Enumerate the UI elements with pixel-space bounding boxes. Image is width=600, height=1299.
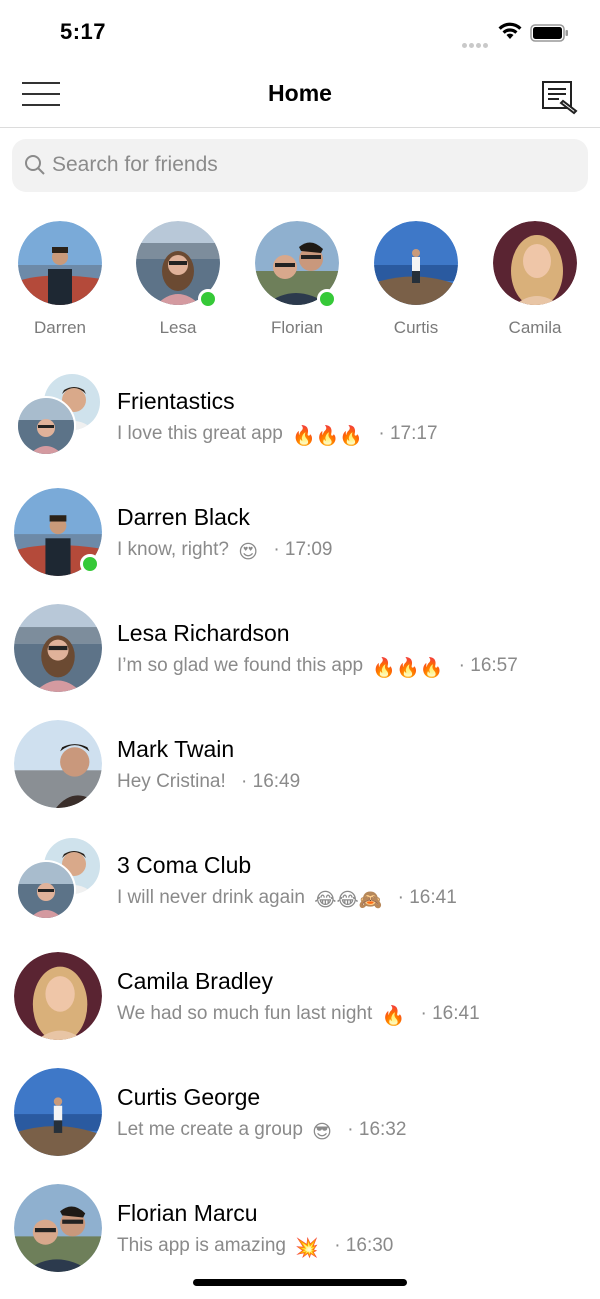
- story-name: Camila: [508, 318, 562, 337]
- chat-title: Darren Black: [117, 504, 250, 530]
- sunglasses-emoji-icon: 😎: [312, 1122, 332, 1143]
- story-name: Florian: [271, 318, 323, 337]
- chat-message: I know, right?: [117, 539, 229, 560]
- chat-time: · 16:41: [397, 887, 457, 908]
- chat-title: Curtis George: [117, 1084, 261, 1110]
- online-indicator: [80, 554, 100, 574]
- home-indicator[interactable]: [193, 1279, 407, 1286]
- chat-time: · 16:41: [420, 1003, 480, 1024]
- avatar: [14, 604, 102, 692]
- fire-emoji-icon: 🔥: [381, 1006, 406, 1027]
- search-bar[interactable]: Search for friends: [12, 139, 588, 192]
- chat-preview: I’m so glad we found this app 🔥🔥🔥 · 16:5…: [117, 655, 518, 680]
- chat-time: · 17:17: [378, 423, 438, 444]
- avatar: [18, 221, 102, 305]
- status-time: 5:17: [60, 19, 107, 44]
- status-bar: 5:17: [0, 0, 600, 66]
- story-name: Darren: [34, 318, 86, 337]
- chat-time: · 16:32: [347, 1119, 407, 1140]
- chat-row-lesa-richardson[interactable]: Lesa Richardson I’m so glad we found thi…: [0, 594, 600, 710]
- chat-preview: Hey Cristina! · 16:49: [117, 771, 300, 793]
- chat-message: Let me create a group: [117, 1119, 303, 1140]
- page-title: Home: [268, 80, 332, 106]
- online-indicator: [317, 289, 337, 309]
- search-icon: [25, 155, 45, 175]
- group-avatar: [14, 372, 102, 460]
- navigation-bar: Home: [0, 66, 600, 128]
- avatar: [16, 860, 76, 920]
- group-avatar: [14, 836, 102, 924]
- friends-strip: Darren Lesa Florian Curtis Camila: [0, 221, 600, 351]
- chat-preview: This app is amazing 💥 · 16:30: [117, 1235, 393, 1260]
- laughing-monkey-emoji-icon: 😂😂🙈: [314, 890, 383, 911]
- chat-title: Florian Marcu: [117, 1200, 258, 1226]
- avatar: [14, 952, 102, 1040]
- heart-eyes-emoji-icon: 😍: [238, 542, 259, 563]
- chat-title: Mark Twain: [117, 736, 235, 762]
- chat-message: Hey Cristina!: [117, 771, 226, 792]
- chat-time: · 16:57: [458, 655, 518, 676]
- chat-time: · 16:30: [334, 1235, 394, 1256]
- avatar: [16, 396, 76, 456]
- story-darren[interactable]: Darren: [0, 221, 120, 338]
- collision-emoji-icon: 💥: [295, 1238, 319, 1259]
- chat-preview: I will never drink again 😂😂🙈 · 16:41: [117, 887, 457, 912]
- wifi-icon: [498, 22, 522, 39]
- fire-emoji-icon: 🔥🔥🔥: [292, 426, 364, 447]
- avatar: [493, 221, 577, 305]
- chat-title: Frientastics: [117, 388, 235, 414]
- story-curtis[interactable]: Curtis: [356, 221, 476, 338]
- chat-row-mark-twain[interactable]: Mark Twain Hey Cristina! · 16:49: [0, 710, 600, 826]
- chat-message: We had so much fun last night: [117, 1003, 373, 1024]
- chat-message: This app is amazing: [117, 1235, 286, 1256]
- avatar: [14, 1184, 102, 1272]
- chat-row-3-coma-club[interactable]: 3 Coma Club I will never drink again 😂😂🙈…: [0, 826, 600, 942]
- chat-title: 3 Coma Club: [117, 852, 252, 878]
- chat-row-florian-marcu[interactable]: Florian Marcu This app is amazing 💥 · 16…: [0, 1174, 600, 1290]
- story-name: Lesa: [159, 318, 197, 337]
- chat-preview: I know, right? 😍 · 17:09: [117, 539, 332, 564]
- story-florian[interactable]: Florian: [237, 221, 357, 338]
- chat-preview: We had so much fun last night 🔥 · 16:41: [117, 1003, 480, 1028]
- search-input-placeholder: Search for friends: [52, 153, 218, 176]
- story-name: Curtis: [393, 318, 439, 337]
- compose-icon[interactable]: [541, 80, 579, 116]
- chat-row-darren-black[interactable]: Darren Black I know, right? 😍 · 17:09: [0, 478, 600, 594]
- chat-preview: Let me create a group 😎 · 16:32: [117, 1119, 406, 1144]
- chat-time: · 16:49: [241, 771, 301, 792]
- chat-time: · 17:09: [273, 539, 333, 560]
- chat-message: I will never drink again: [117, 887, 305, 908]
- chat-title: Camila Bradley: [117, 968, 273, 994]
- avatar: [374, 221, 458, 305]
- chat-title: Lesa Richardson: [117, 620, 290, 646]
- cellular-signal-icon: [462, 35, 490, 53]
- chat-row-camila-bradley[interactable]: Camila Bradley We had so much fun last n…: [0, 942, 600, 1058]
- online-indicator: [198, 289, 218, 309]
- chat-message: I’m so glad we found this app: [117, 655, 364, 676]
- story-camila[interactable]: Camila: [475, 221, 595, 338]
- battery-icon: [530, 24, 568, 42]
- avatar: [14, 720, 102, 808]
- chat-preview: I love this great app 🔥🔥🔥 · 17:17: [117, 423, 438, 448]
- chat-message: I love this great app: [117, 423, 283, 444]
- chat-row-curtis-george[interactable]: Curtis George Let me create a group 😎 · …: [0, 1058, 600, 1174]
- fire-emoji-icon: 🔥🔥🔥: [372, 658, 444, 679]
- avatar: [14, 1068, 102, 1156]
- story-lesa[interactable]: Lesa: [118, 221, 238, 338]
- chat-row-frientastics[interactable]: Frientastics I love this great app 🔥🔥🔥 ·…: [0, 362, 600, 478]
